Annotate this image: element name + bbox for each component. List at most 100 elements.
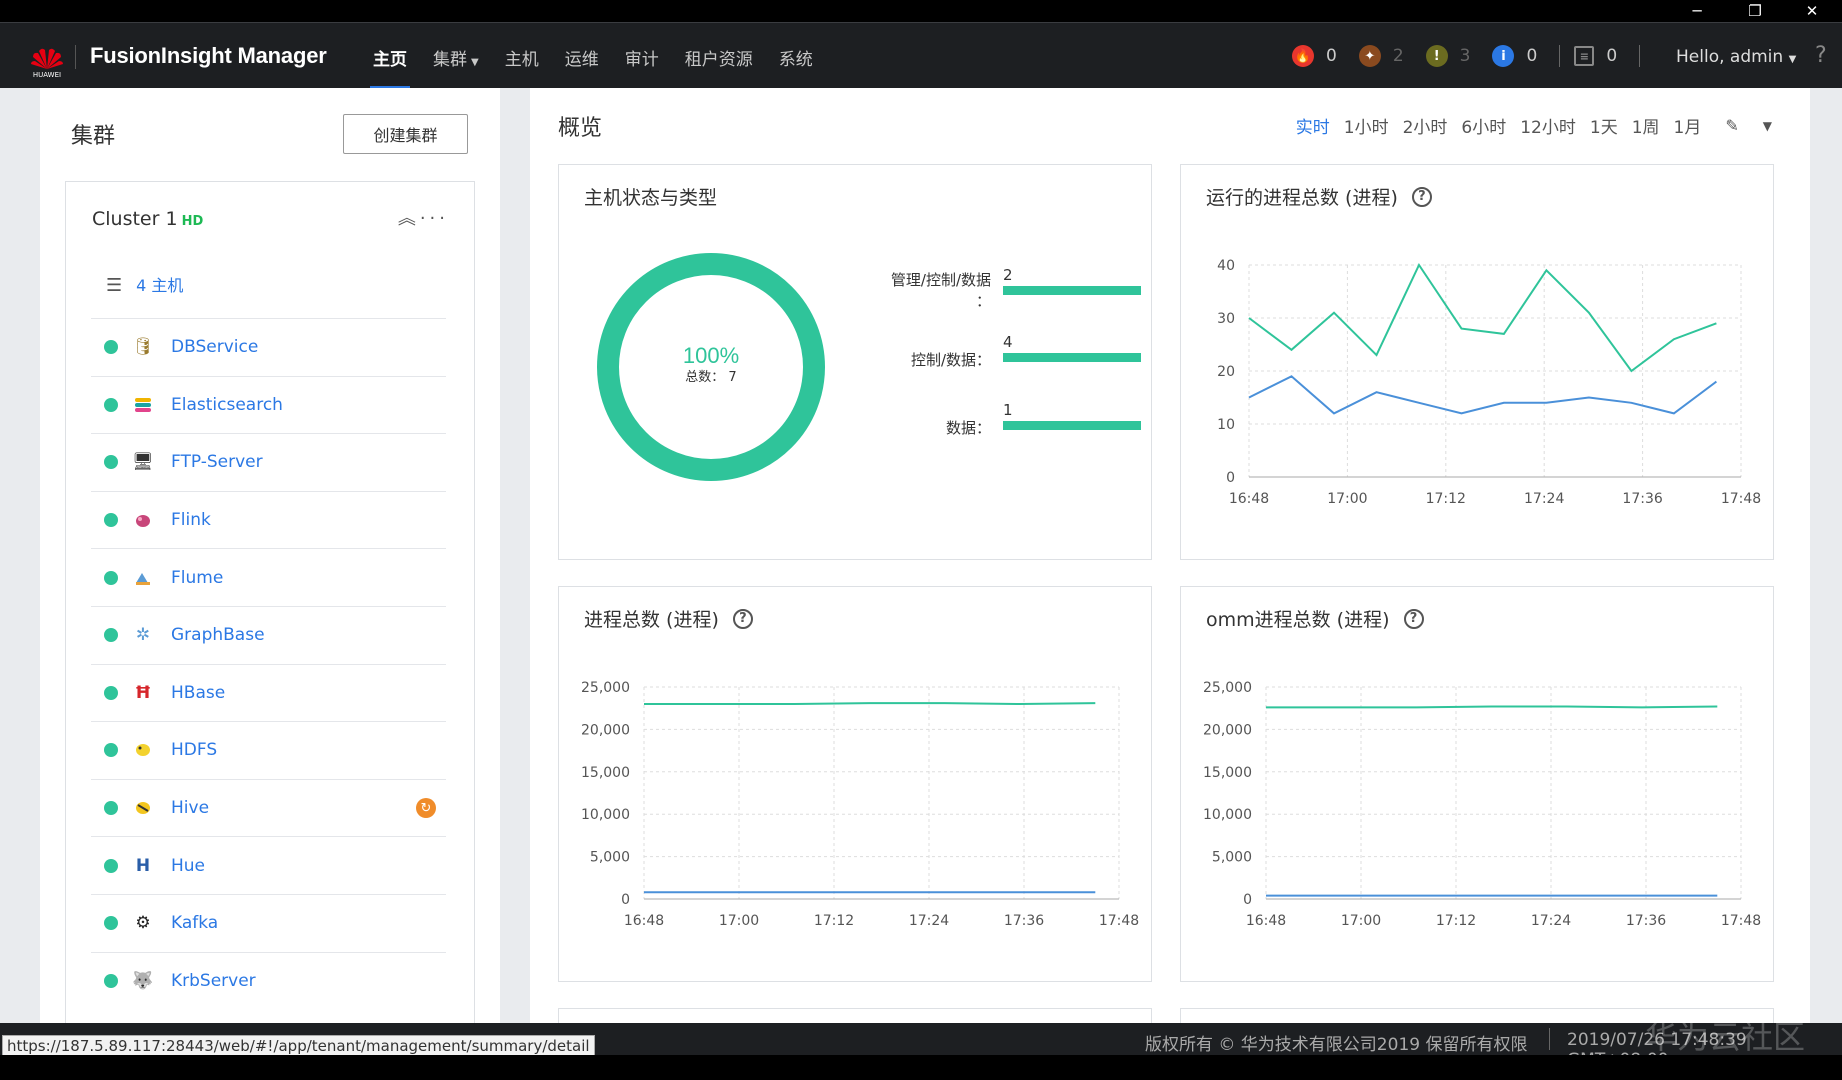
nav-tenant[interactable]: 租户资源 — [672, 23, 766, 89]
bar-value: 4 — [1003, 333, 1013, 351]
restore-icon[interactable]: ❐ — [1743, 2, 1767, 20]
chart-svg: 0 5,000 10,000 15,000 20,000 25,000 16:48 17:00… — [581, 680, 1139, 929]
y-tick-label: 0 — [1226, 470, 1235, 486]
bar-label: 控制/数据： — [911, 351, 991, 369]
service-item[interactable]: HDFS — [91, 721, 446, 779]
minimize-icon[interactable]: ─ — [1685, 2, 1709, 20]
service-item[interactable]: Flume — [91, 548, 446, 606]
help-icon[interactable]: ? — [732, 608, 753, 629]
x-tick-label: 17:12 — [1436, 913, 1476, 929]
status-dot — [104, 973, 118, 988]
service-list: 🛢 DBService Elasticsearch 🖥 FTP-Server Fli… — [91, 318, 446, 1009]
service-item[interactable]: Elasticsearch — [91, 375, 446, 434]
bottom-strip — [0, 1055, 1842, 1080]
graphbase-icon: ✲ — [135, 625, 151, 646]
nav-audit[interactable]: 审计 — [612, 23, 672, 89]
x-tick-label: 17:36 — [1004, 913, 1044, 929]
service-item[interactable]: 🖥 FTP-Server — [91, 433, 446, 491]
bar-mark — [1003, 421, 1141, 430]
status-dot — [104, 801, 118, 816]
nav-hosts[interactable]: 主机 — [492, 23, 552, 89]
help-icon[interactable]: ? — [1403, 608, 1424, 629]
more-icon[interactable]: ··· — [420, 208, 449, 229]
critical-alarm[interactable]: 🔥 0 — [1292, 45, 1337, 67]
y-tick-label: 10 — [1217, 417, 1235, 433]
card-title: 进程总数 (进程)? — [584, 605, 753, 632]
collapse-icon[interactable]: ︽ — [398, 208, 420, 229]
host-status-card: 100% 总数： 7 2 管理/控制/数据 ： 4 控制/数据： 1 数据： 主机状态与类型 — [558, 164, 1152, 560]
running-process-card: 0 10 20 30 40 16:48 17:00 17:12 17:24 17:36 17:48 … — [1180, 164, 1774, 560]
service-item[interactable]: 🛢 DBService — [91, 318, 446, 376]
cluster-panel: 集群 创建集群 Cluster 1 HD ︽··· ☰ 4 主机 🛢 DBServic… — [40, 88, 500, 1023]
service-item[interactable]: Flink — [91, 490, 446, 549]
range-realtime[interactable]: 实时 — [1296, 113, 1330, 138]
card-title-text: 进程总数 (进程) — [584, 609, 719, 631]
nav-audit-label: 审计 — [624, 50, 659, 70]
minor-alarm[interactable]: ! 3 — [1425, 45, 1470, 67]
create-cluster-button[interactable]: 创建集群 — [343, 114, 468, 154]
service-item[interactable]: ✲ GraphBase — [91, 605, 446, 664]
chart-card — [558, 1008, 1152, 1023]
hbase-icon: Ħ — [134, 682, 152, 703]
task-list-icon: ≡ — [1574, 46, 1595, 66]
info-alarm[interactable]: i 0 — [1492, 45, 1537, 67]
donut-percent: 100% — [683, 343, 739, 368]
minor-alarm-icon: ! — [1425, 45, 1448, 67]
service-name: HBase — [171, 682, 226, 703]
huawei-logo-icon — [31, 48, 63, 69]
window-titlebar: ─ ❐ ✕ — [0, 0, 1842, 22]
brand-text: HUAWEI — [32, 71, 62, 79]
cluster-name[interactable]: Cluster 1 HD — [92, 208, 203, 230]
nav-cluster-label: 集群 — [433, 50, 467, 70]
bar-mark — [1003, 286, 1141, 295]
x-tick-label: 17:24 — [909, 913, 949, 929]
y-tick-label: 15,000 — [581, 765, 630, 781]
x-tick-label: 17:24 — [1531, 913, 1571, 929]
chevron-down-icon[interactable]: ▼ — [1763, 119, 1772, 133]
cluster-tag: HD — [181, 214, 204, 229]
major-alarm[interactable]: ✦ 2 — [1358, 45, 1404, 67]
status-dot — [104, 628, 118, 643]
service-item[interactable]: Hive ↻ — [91, 778, 446, 837]
x-tick-label: 16:48 — [1229, 491, 1269, 507]
range-2h[interactable]: 2小时 — [1403, 113, 1448, 138]
app-title: FusionInsight Manager — [90, 43, 327, 68]
nav-cluster[interactable]: 集群 ▼ — [420, 23, 492, 89]
service-item[interactable]: 🐺 KrbServer — [91, 951, 446, 1010]
user-menu[interactable]: Hello, admin ▼ — [1676, 47, 1796, 67]
y-tick-label: 25,000 — [1203, 680, 1252, 696]
card-title: omm进程总数 (进程)? — [1206, 605, 1424, 632]
nav-system[interactable]: 系统 — [766, 23, 826, 89]
range-1h[interactable]: 1小时 — [1344, 113, 1389, 138]
bar-value: 2 — [1003, 266, 1013, 284]
hive-icon — [132, 797, 154, 819]
service-item[interactable]: H Hue — [91, 836, 446, 894]
card-title-text: 运行的进程总数 (进程) — [1206, 187, 1398, 209]
refresh-icon[interactable]: ↻ — [416, 798, 436, 819]
nav-home[interactable]: 主页 — [360, 23, 420, 89]
close-icon[interactable]: ✕ — [1800, 2, 1824, 20]
task-list[interactable]: ≡ 0 — [1574, 46, 1617, 66]
help-icon[interactable]: ? — [1411, 186, 1432, 207]
x-tick-label: 16:48 — [1246, 913, 1286, 929]
range-12h[interactable]: 12小时 — [1520, 113, 1576, 138]
range-6h[interactable]: 6小时 — [1461, 113, 1506, 138]
service-item[interactable]: Ħ HBase — [91, 663, 446, 722]
bar-label: ： — [976, 292, 991, 310]
range-1d[interactable]: 1天 — [1590, 113, 1618, 138]
app-header: HUAWEI FusionInsight Manager 主页 集群 ▼ 主机 运… — [0, 22, 1842, 89]
cluster-card: Cluster 1 HD ︽··· ☰ 4 主机 🛢 DBService Elasti… — [65, 181, 475, 1023]
edit-icon[interactable]: ✎ — [1725, 116, 1738, 135]
x-tick-label: 17:36 — [1626, 913, 1666, 929]
nav-ops[interactable]: 运维 — [552, 23, 612, 89]
hosts-link[interactable]: ☰ 4 主机 — [106, 272, 183, 296]
range-1m[interactable]: 1月 — [1674, 113, 1702, 138]
kafka-icon: ⚙ — [135, 913, 151, 934]
status-dot — [104, 916, 118, 931]
service-item[interactable]: ⚙ Kafka — [91, 893, 446, 952]
flink-icon — [132, 509, 154, 531]
range-1w[interactable]: 1周 — [1632, 113, 1660, 138]
elasticsearch-icon — [132, 394, 154, 416]
help-icon[interactable]: ? — [1815, 43, 1827, 68]
bar-label: 数据： — [946, 419, 991, 437]
